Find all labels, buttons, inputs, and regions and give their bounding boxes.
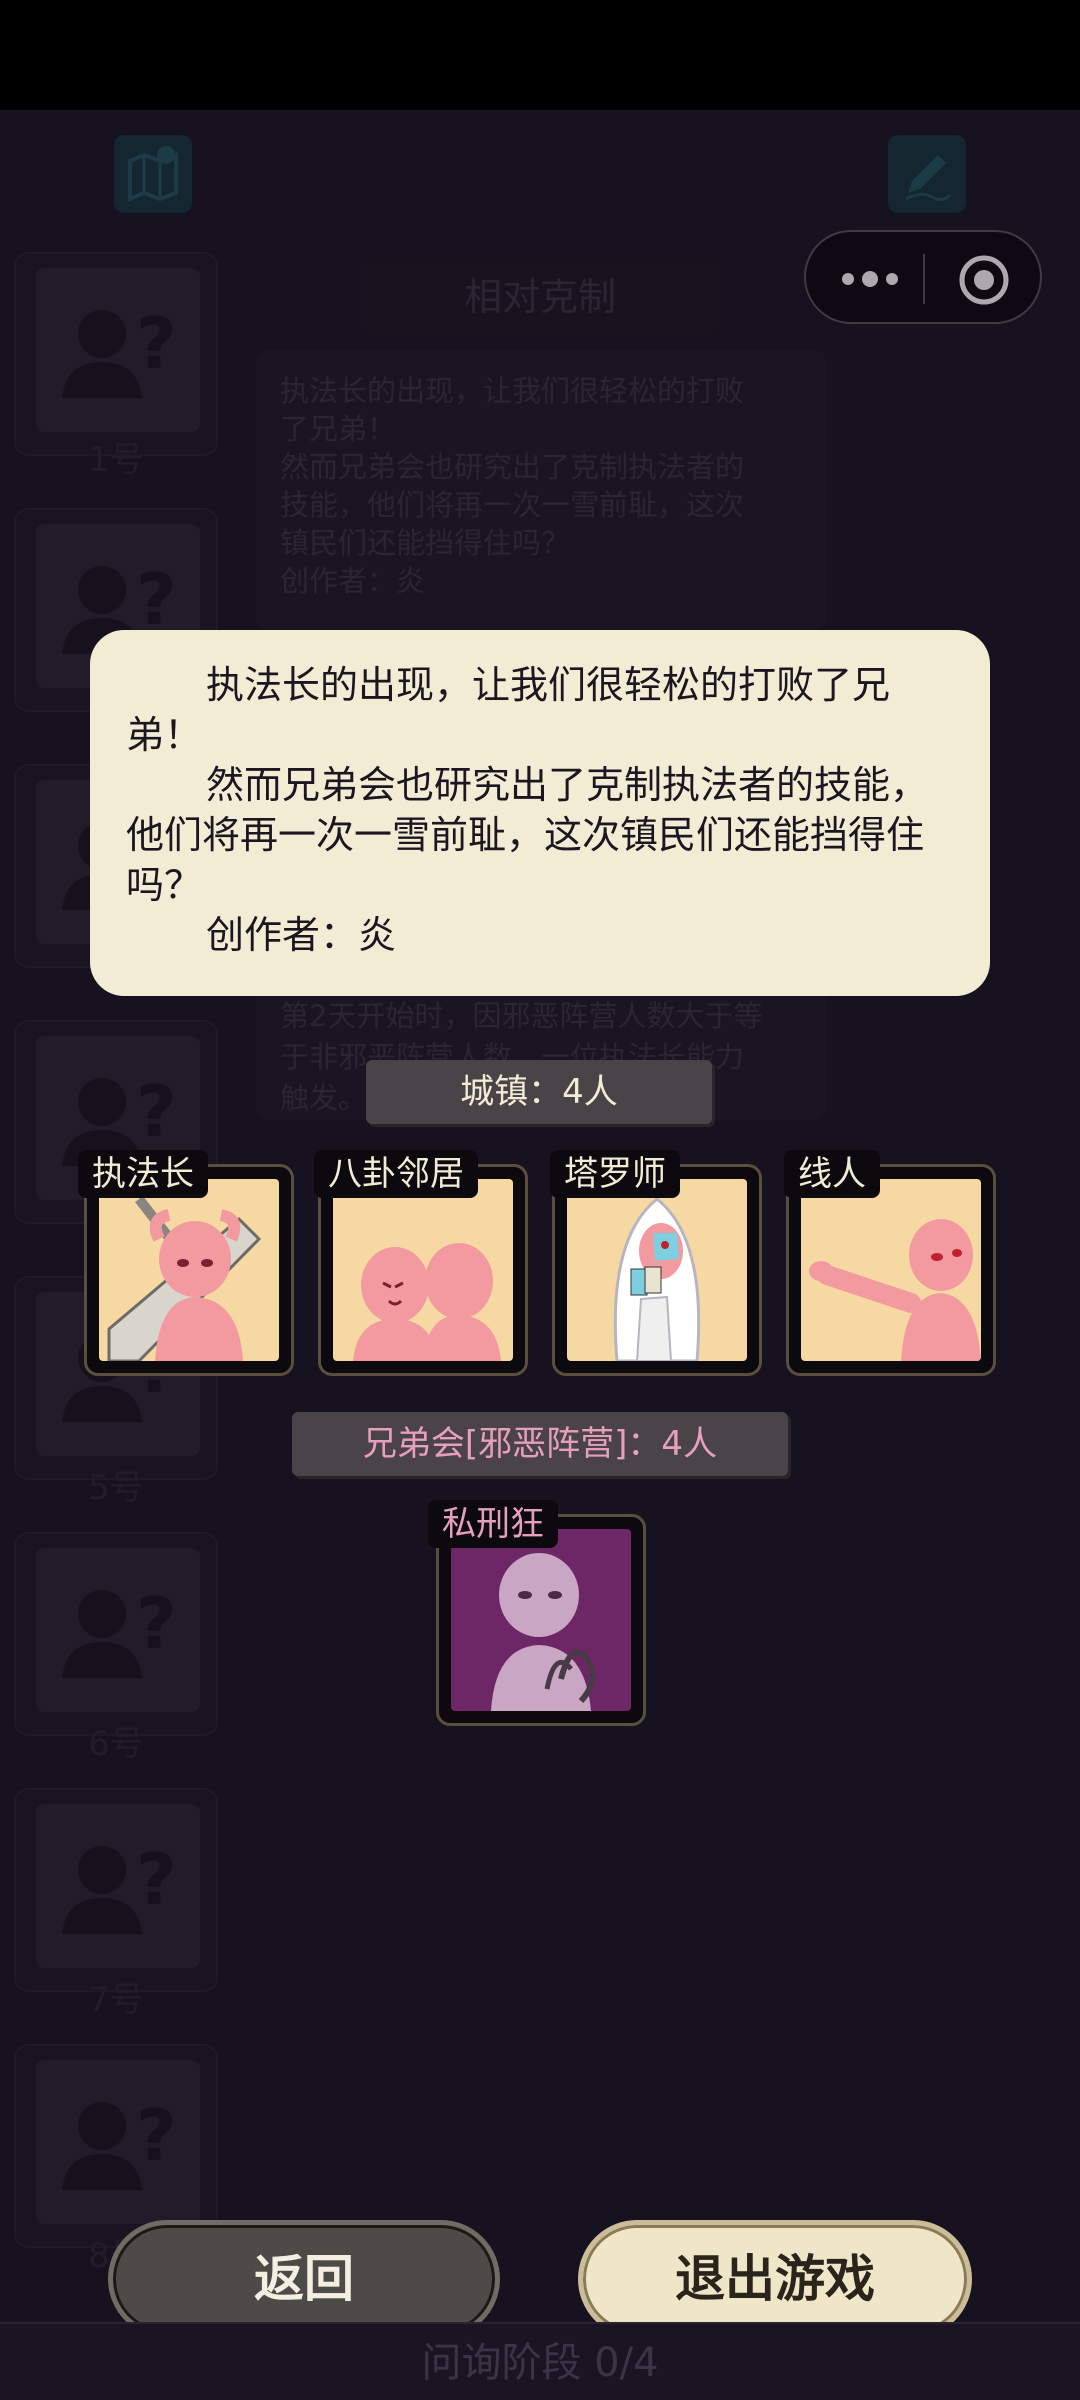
role-name: 私刑狂 (428, 1500, 558, 1548)
role-name: 八卦邻居 (314, 1150, 478, 1198)
role-name: 塔罗师 (550, 1150, 680, 1198)
evil-count-label: 兄弟会[邪恶阵营]：4人 (292, 1412, 788, 1476)
back-button[interactable]: 返回 (108, 2220, 500, 2338)
tarot-reader-portrait (567, 1179, 747, 1361)
phase-indicator: 问询阶段 0/4 (421, 2340, 659, 2386)
role-name: 执法长 (78, 1150, 208, 1198)
exit-game-button[interactable]: 退出游戏 (578, 2220, 972, 2338)
enforcer-portrait (99, 1179, 279, 1361)
status-bar (0, 0, 1080, 110)
gossip-neighbor-portrait (333, 1179, 513, 1361)
popup-author: 创作者：炎 (206, 913, 397, 957)
vigilante-portrait (451, 1529, 631, 1711)
popup-paragraph: 执法长的出现，让我们很轻松的打败了兄弟！ (126, 663, 891, 757)
role-name: 线人 (784, 1150, 880, 1198)
story-popup[interactable]: 执法长的出现，让我们很轻松的打败了兄弟！ 然而兄弟会也研究出了克制执法者的技能，… (90, 630, 990, 996)
town-count-label: 城镇：4人 (366, 1060, 712, 1124)
popup-paragraph: 然而兄弟会也研究出了克制执法者的技能，他们将再一次一雪前耻，这次镇民们还能挡得住… (126, 763, 929, 907)
informant-portrait (801, 1179, 981, 1361)
